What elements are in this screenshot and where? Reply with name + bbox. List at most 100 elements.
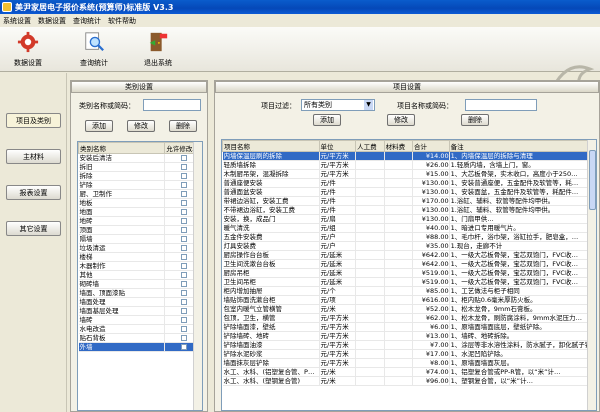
table-row[interactable]: 顶面 <box>78 225 202 235</box>
allow-edit-price-checkbox[interactable] <box>180 326 187 332</box>
table-row[interactable]: 地砖 <box>78 216 202 226</box>
category-edit-button[interactable]: 修改 <box>127 120 155 132</box>
table-row[interactable]: 墙贴饰面洗漱台柜 元/项 ¥616.00 1、柜内贴0.6毫米厚防火板。 <box>222 295 596 305</box>
allow-edit-price-checkbox[interactable] <box>180 236 187 242</box>
allow-edit-price-checkbox[interactable] <box>180 308 187 314</box>
allow-edit-price-checkbox[interactable] <box>180 272 187 278</box>
menu-system-settings[interactable]: 系统设置 <box>3 16 31 26</box>
table-row[interactable]: 暖气清洗 元/组 ¥40.00 1、暗进口专用暖气片。 <box>222 223 596 233</box>
column-header-labor-cost[interactable]: 人工费 <box>355 140 385 152</box>
allow-edit-price-checkbox[interactable] <box>180 245 187 251</box>
table-row[interactable]: 铲除墙面油漆 元/平方米 ¥7.00 1、涂层等非水溶性涂料，防水腻子，卸化腻子铲… <box>222 340 596 350</box>
table-row[interactable]: 五金件安装费 元/户 ¥88.00 1、毛巾杆，浴巾架，浴缸拉手，肥皂盒，… <box>222 232 596 242</box>
table-row[interactable]: 拆除 <box>78 171 202 181</box>
column-header-category-name[interactable]: 类别名称 <box>78 142 166 154</box>
allow-edit-price-checkbox[interactable] <box>180 164 187 170</box>
table-row[interactable]: 安装后清洁 <box>78 153 202 163</box>
allow-edit-price-checkbox[interactable] <box>180 218 187 224</box>
table-row[interactable]: 拆旧 <box>78 162 202 172</box>
allow-edit-price-checkbox[interactable] <box>180 200 187 206</box>
table-row[interactable]: 墙面、顶面漆贴 <box>78 288 202 298</box>
sidebar-item-report-settings[interactable]: 报表设置 <box>6 185 61 200</box>
table-row[interactable]: 铲除墙面漆，壁纸 元/平方米 ¥6.00 1、原墙面墙面底层，壁纸铲除。 <box>222 322 596 332</box>
table-row[interactable]: 普通座便安装 元/件 ¥130.00 1、安装普通座便，五金配件及软管等，耗… <box>222 178 596 188</box>
table-row[interactable]: 地面 <box>78 207 202 217</box>
table-row[interactable]: 普通面盆安装 元/件 ¥130.00 1、安装面盆，五金配件及软管等，耗配件… <box>222 187 596 197</box>
allow-edit-price-checkbox[interactable] <box>180 281 187 287</box>
table-row[interactable]: 铲除墙砖、地砖 元/平方米 ¥13.00 1、墙砖、地砖拆除。 <box>222 331 596 341</box>
table-row[interactable]: 铲除 <box>78 180 202 190</box>
allow-edit-price-checkbox[interactable] <box>180 173 187 179</box>
sidebar-item-project-category[interactable]: 项目及类别 <box>6 113 61 128</box>
table-row[interactable]: 墙面基层处理 <box>78 306 202 316</box>
project-name-input[interactable] <box>465 99 537 111</box>
exit-system-button[interactable]: 退出系统 <box>136 29 180 71</box>
project-edit-button[interactable]: 修改 <box>387 114 415 126</box>
table-row[interactable]: 带裙边浴缸，安装工费 元/件 ¥170.00 1.浴缸、辅料、软管等配件均甲供。 <box>222 196 596 206</box>
table-row[interactable]: 垃圾清运 <box>78 243 202 253</box>
allow-edit-price-checkbox[interactable] <box>180 227 187 233</box>
project-table-scrollbar[interactable] <box>587 140 596 410</box>
table-row[interactable]: 砌砖墙 <box>78 279 202 289</box>
table-row[interactable]: 安装，换，成品门 元/扇 ¥130.00 1、门扇甲供… <box>222 214 596 224</box>
table-row[interactable]: 贴石背板 <box>78 333 202 343</box>
table-row[interactable]: 内墙保温层刷的拆除 元/平方米 ¥14.00 1、内墙保温层的拆除与清理 <box>222 151 596 161</box>
allow-edit-price-checkbox[interactable] <box>180 155 187 161</box>
category-add-button[interactable]: 添加 <box>85 120 113 132</box>
table-row[interactable]: 轻质墙拆除 元/平方米 ¥26.00 1.轻质内墙，含墙上门，窗。 <box>222 160 596 170</box>
table-row[interactable]: 其他 <box>78 270 202 280</box>
column-header-total[interactable]: 合计 <box>412 140 450 152</box>
project-add-button[interactable]: 添加 <box>313 114 341 126</box>
project-table[interactable]: 项目名称 单位 人工费 材料费 合计 备注 内墙保温层刷的拆除 元/平方米 ¥14.… <box>221 139 597 411</box>
category-delete-button[interactable]: 删除 <box>169 120 197 132</box>
allow-edit-price-checkbox[interactable] <box>180 335 187 341</box>
table-row[interactable]: 灯具安装费 元/户 ¥35.00 1.现台，走廊不计 <box>222 241 596 251</box>
table-row[interactable]: 卫生间吊柜 元/延米 ¥519.00 1、一级大芯板骨架，宝芯双饱门，FVC收… <box>222 277 596 287</box>
category-list[interactable]: 类别名称 允许修改单价 安装后清洁 拆旧 拆除 铲除 厨、卫制作 地板 地面 地砖 顶面 隔墙 垃圾… <box>77 141 203 411</box>
project-delete-button[interactable]: 删除 <box>461 114 489 126</box>
table-row[interactable]: 楼梯 <box>78 252 202 262</box>
table-row[interactable]: 厨房吊柜 元/延米 ¥519.00 1、一级大芯板骨架，宝芯双饱门，FVC收… <box>222 268 596 278</box>
query-statistics-button[interactable]: 查询统计 <box>72 29 116 71</box>
table-row[interactable]: 卫生间洗漱台台板 元/延米 ¥642.00 1、一级大芯板骨架，宝芯双饱门，FVC收… <box>222 259 596 269</box>
column-header-material-cost[interactable]: 材料费 <box>383 140 414 152</box>
menu-help[interactable]: 软件帮助 <box>108 16 136 26</box>
menu-data-settings[interactable]: 数据设置 <box>38 16 66 26</box>
allow-edit-price-checkbox[interactable] <box>180 254 187 260</box>
table-row[interactable]: 水工、水科、(塑钢复合管) 元/米 ¥96.00 1、塑钢复合管，以“米”计… <box>222 376 596 386</box>
sidebar-item-other-settings[interactable]: 其它设置 <box>6 221 61 236</box>
table-row[interactable]: 厨房操作台台板 元/延米 ¥642.00 1、一级大芯板骨架，宝芯双饱门，FVC收… <box>222 250 596 260</box>
table-row[interactable]: 水电改造 <box>78 324 202 334</box>
allow-edit-price-checkbox[interactable] <box>180 263 187 269</box>
project-filter-select[interactable]: 所有类别 ▼ <box>301 99 375 111</box>
allow-edit-price-checkbox[interactable] <box>180 344 187 350</box>
data-settings-button[interactable]: 数据设置 <box>6 29 50 71</box>
category-list-scrollbar[interactable] <box>193 142 202 410</box>
scrollbar-thumb[interactable] <box>589 150 596 210</box>
table-row[interactable]: 包顶，卫生，横管 元/平方米 ¥62.00 1、松木龙骨，刷防腐涂料，9mm水泥压力… <box>222 313 596 323</box>
table-row[interactable]: 墙砖 <box>78 315 202 325</box>
table-row[interactable]: 墙面处理 <box>78 297 202 307</box>
table-row[interactable]: 地板 <box>78 198 202 208</box>
allow-edit-price-checkbox[interactable] <box>180 299 187 305</box>
table-row[interactable]: 不带裙边浴缸，安装工费 元/件 ¥130.00 1.浴缸、辅料、软管等配件均甲供。 <box>222 205 596 215</box>
menu-query-statistics[interactable]: 查询统计 <box>73 16 101 26</box>
column-header-project-name[interactable]: 项目名称 <box>222 140 320 152</box>
table-row[interactable]: 柜内增加抽屉 元/个 ¥85.00 1、工艺做法与柜子相同 <box>222 286 596 296</box>
table-row[interactable]: 铲除水泥砂浆 元/平方米 ¥17.00 1、水泥凹陷铲除。 <box>222 349 596 359</box>
allow-edit-price-checkbox[interactable] <box>180 191 187 197</box>
table-row[interactable]: 隔墙 <box>78 234 202 244</box>
chevron-down-icon[interactable]: ▼ <box>364 100 373 110</box>
table-row[interactable]: 墙面抹灰层铲除 元/平方米 ¥8.00 1、原墙面墙面灰层。 <box>222 358 596 368</box>
category-name-input[interactable] <box>143 99 201 111</box>
allow-edit-price-checkbox[interactable] <box>180 182 187 188</box>
table-row[interactable]: 木制厨吊架，混凝拆除 元/平方米 ¥15.00 1、大芯板骨架，实木收口，高度小于25… <box>222 169 596 179</box>
table-row[interactable]: 水工、水科、(铝塑复合管、P… 元/米 ¥74.00 1、铝塑复合管或PP-R管，以“… <box>222 367 596 377</box>
table-row[interactable]: 外墙 <box>78 342 202 352</box>
column-header-unit[interactable]: 单位 <box>318 140 357 152</box>
sidebar-item-main-material[interactable]: 主材料 <box>6 149 61 164</box>
table-row[interactable]: 木器制作 <box>78 261 202 271</box>
table-row[interactable]: 厨、卫制作 <box>78 189 202 199</box>
allow-edit-price-checkbox[interactable] <box>180 209 187 215</box>
allow-edit-price-checkbox[interactable] <box>180 317 187 323</box>
